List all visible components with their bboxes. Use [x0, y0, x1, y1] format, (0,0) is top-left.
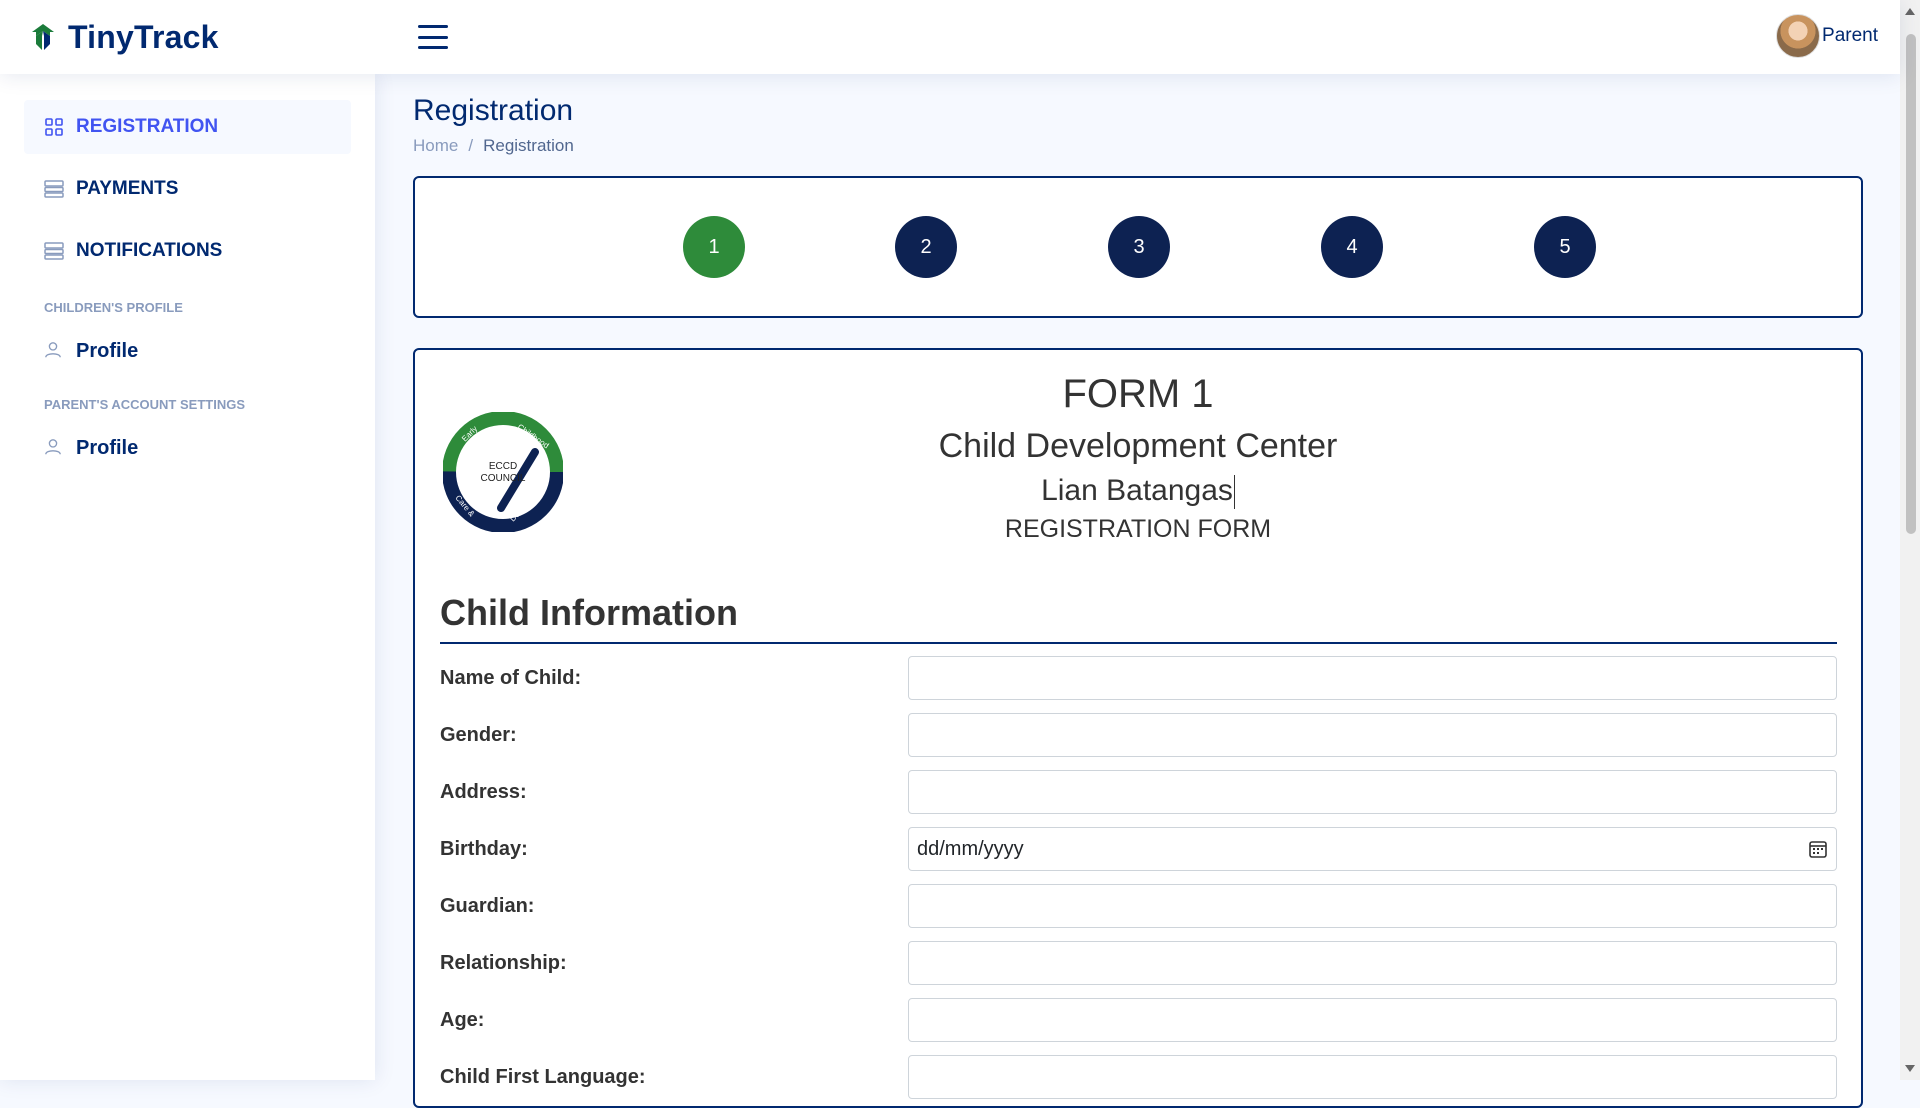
nav-heading-parent: PARENT'S ACCOUNT SETTINGS — [44, 397, 245, 412]
address-label: Address: — [440, 780, 527, 803]
top-header: TinyTrack Parent — [0, 0, 1900, 74]
form-row-gender: Gender: — [440, 713, 1837, 757]
menu-button-icon — [44, 241, 64, 261]
scroll-thumb[interactable] — [1906, 34, 1916, 534]
gender-field[interactable] — [908, 713, 1837, 757]
person-icon — [44, 341, 64, 361]
breadcrumb-home-link[interactable]: Home — [413, 136, 458, 156]
sidebar: REGISTRATION PAYMENTS NOTIFICATIONS CHIL… — [0, 74, 375, 1080]
sidebar-item-payments[interactable]: PAYMENTS — [24, 162, 351, 216]
name-of-child-field[interactable] — [908, 656, 1837, 700]
registration-form: ECCD COUNCIL Early Childhood Care & Deve… — [413, 348, 1863, 1108]
menu-bar — [418, 35, 448, 39]
age-input[interactable] — [917, 999, 1828, 1041]
relationship-input[interactable] — [917, 942, 1828, 984]
person-icon — [44, 438, 64, 458]
address-field[interactable] — [908, 770, 1837, 814]
form-row-language: Child First Language: — [440, 1055, 1837, 1099]
guardian-field[interactable] — [908, 884, 1837, 928]
app-logo[interactable]: TinyTrack — [28, 19, 388, 56]
menu-button-icon — [44, 179, 64, 199]
age-label: Age: — [440, 1008, 485, 1031]
form-row-name: Name of Child: — [440, 656, 1837, 700]
sidebar-item-label: Profile — [76, 339, 139, 362]
avatar — [1776, 14, 1821, 58]
step-2-button[interactable]: 2 — [895, 216, 957, 278]
form-number: FORM 1 — [1062, 372, 1214, 416]
scroll-down-arrow-icon[interactable] — [1905, 1065, 1915, 1072]
age-field[interactable] — [908, 998, 1837, 1042]
center-name: Child Development Center — [938, 427, 1338, 465]
sidebar-item-registration[interactable]: REGISTRATION — [24, 100, 351, 154]
guardian-input[interactable] — [917, 885, 1828, 927]
logo-icon — [32, 24, 54, 50]
language-label: Child First Language: — [440, 1065, 646, 1088]
first-language-input[interactable] — [917, 1056, 1828, 1098]
page-scrollbar[interactable] — [1900, 0, 1920, 1080]
form-row-birthday: Birthday: dd/mm/yyyy — [440, 827, 1837, 871]
step-1-button[interactable]: 1 — [683, 216, 745, 278]
breadcrumb-current: Registration — [483, 136, 574, 155]
scroll-up-arrow-icon[interactable] — [1905, 8, 1915, 15]
sidebar-item-parent-profile[interactable]: Profile — [24, 424, 351, 472]
grid-icon — [44, 117, 64, 137]
breadcrumb: Home / Registration — [413, 136, 1863, 156]
form-row-address: Address: — [440, 770, 1837, 814]
name-label: Name of Child: — [440, 666, 582, 689]
main-content: Registration Home / Registration 1 2 3 4… — [413, 74, 1863, 1108]
profile-menu[interactable]: Parent — [1776, 14, 1878, 58]
sidebar-item-label: PAYMENTS — [76, 178, 179, 199]
form-subtitle: REGISTRATION FORM — [1004, 515, 1272, 544]
birthday-field[interactable]: dd/mm/yyyy — [908, 827, 1837, 871]
stepper: 1 2 3 4 5 — [413, 176, 1863, 318]
nav-heading-children: CHILDREN'S PROFILE — [44, 300, 183, 315]
step-4-button[interactable]: 4 — [1321, 216, 1383, 278]
center-location: Lian Batangas — [415, 474, 1861, 510]
birthday-label: Birthday: — [440, 837, 528, 860]
sidebar-item-label: NOTIFICATIONS — [76, 240, 223, 261]
sidebar-item-label: REGISTRATION — [76, 116, 219, 137]
text-caret — [1233, 475, 1235, 510]
profile-name: Parent — [1822, 25, 1878, 46]
name-of-child-input[interactable] — [917, 657, 1828, 699]
menu-bar — [418, 46, 448, 49]
step-3-button[interactable]: 3 — [1108, 216, 1170, 278]
sidebar-item-notifications[interactable]: NOTIFICATIONS — [24, 224, 351, 278]
form-header: FORM 1 Child Development Center Lian Bat… — [415, 372, 1861, 544]
relationship-field[interactable] — [908, 941, 1837, 985]
section-title-child-information: Child Information — [440, 592, 1837, 644]
center-location-text: Lian Batangas — [1041, 474, 1233, 507]
breadcrumb-separator: / — [468, 136, 474, 155]
sidebar-item-children-profile[interactable]: Profile — [24, 327, 351, 375]
guardian-label: Guardian: — [440, 894, 535, 917]
first-language-field[interactable] — [908, 1055, 1837, 1099]
page-title: Registration — [413, 94, 574, 127]
form-row-guardian: Guardian: — [440, 884, 1837, 928]
sidebar-toggle-button[interactable] — [418, 25, 448, 49]
address-input[interactable] — [917, 771, 1828, 813]
form-row-relationship: Relationship: — [440, 941, 1837, 985]
calendar-icon[interactable] — [1808, 839, 1828, 859]
menu-bar — [418, 25, 448, 28]
relationship-label: Relationship: — [440, 951, 567, 974]
app-name: TinyTrack — [68, 18, 219, 55]
gender-label: Gender: — [440, 723, 517, 746]
sidebar-item-label: Profile — [76, 436, 139, 459]
birthday-placeholder: dd/mm/yyyy — [917, 837, 1024, 860]
form-row-age: Age: — [440, 998, 1837, 1042]
step-5-button[interactable]: 5 — [1534, 216, 1596, 278]
gender-input[interactable] — [917, 714, 1828, 756]
